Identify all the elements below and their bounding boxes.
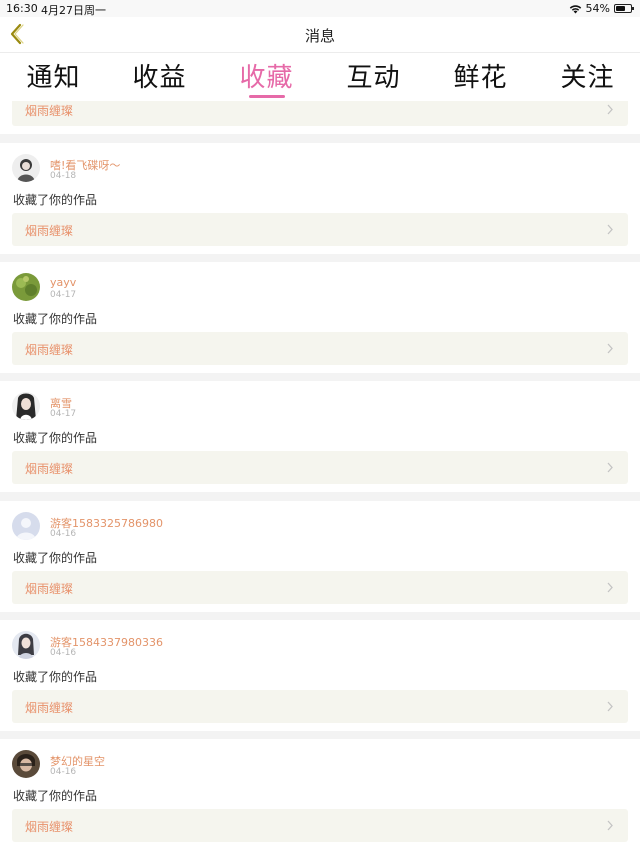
avatar-image	[12, 154, 40, 182]
avatar[interactable]	[12, 273, 40, 301]
action-text: 收藏了你的作品	[13, 193, 98, 207]
work-title: 烟雨缠璨	[25, 462, 74, 476]
work-link[interactable]: 烟雨缠璨	[12, 690, 628, 723]
timestamp: 04-16	[50, 767, 77, 777]
status-bar: 16:30 4月27日周一 54%	[0, 0, 640, 17]
active-tab-indicator	[249, 95, 285, 98]
list-item: yayv 04-17 收藏了你的作品 烟雨缠璨	[0, 262, 640, 373]
avatar[interactable]	[12, 154, 40, 182]
work-link[interactable]: 烟雨缠璨	[12, 809, 628, 842]
battery-icon	[614, 4, 634, 13]
timestamp: 04-17	[50, 409, 77, 419]
timestamp: 04-17	[50, 290, 77, 300]
chevron-right-icon	[607, 820, 613, 831]
status-time: 16:30	[6, 2, 38, 15]
avatar[interactable]	[12, 512, 40, 540]
work-link[interactable]: 烟雨缠璨	[12, 213, 628, 246]
messages-screen: 16:30 4月27日周一 54% 消息 通知 收益 收藏 互动 鲜花 关注 烟…	[0, 0, 640, 853]
chevron-right-icon	[607, 462, 613, 473]
list-item: 梦幻的星空 04-16 收藏了你的作品 烟雨缠璨	[0, 739, 640, 853]
action-text: 收藏了你的作品	[13, 551, 98, 565]
avatar-image	[12, 631, 40, 659]
avatar[interactable]	[12, 392, 40, 420]
username[interactable]: yayv	[50, 276, 76, 289]
avatar[interactable]	[12, 631, 40, 659]
default-avatar-icon	[12, 512, 40, 540]
timestamp: 04-16	[50, 529, 77, 539]
timestamp: 04-18	[50, 171, 77, 181]
status-right: 54%	[569, 2, 634, 15]
avatar-image	[12, 392, 40, 420]
wifi-icon	[569, 4, 581, 13]
list-item-partial: 烟雨缠璨	[0, 101, 640, 134]
tab-favorites[interactable]: 收藏	[213, 57, 320, 94]
timestamp: 04-16	[50, 648, 77, 658]
tab-earnings[interactable]: 收益	[106, 57, 213, 94]
status-date: 4月27日周一	[41, 4, 106, 17]
work-title: 烟雨缠璨	[25, 701, 74, 715]
work-title: 烟雨缠璨	[25, 820, 74, 834]
avatar-image	[12, 750, 40, 778]
work-link[interactable]: 烟雨缠璨	[12, 451, 628, 484]
chevron-right-icon	[607, 343, 613, 354]
chevron-right-icon	[607, 582, 613, 593]
action-text: 收藏了你的作品	[13, 789, 98, 803]
tab-bar: 通知 收益 收藏 互动 鲜花 关注	[0, 53, 640, 101]
action-text: 收藏了你的作品	[13, 670, 98, 684]
tab-notifications[interactable]: 通知	[0, 57, 107, 94]
work-title: 烟雨缠璨	[25, 224, 74, 238]
chevron-right-icon	[607, 104, 613, 115]
chevron-right-icon	[607, 224, 613, 235]
work-link[interactable]: 烟雨缠璨	[12, 101, 628, 126]
tab-interactions[interactable]: 互动	[320, 57, 427, 94]
work-link[interactable]: 烟雨缠璨	[12, 332, 628, 365]
work-title: 烟雨缠璨	[25, 104, 74, 118]
work-title: 烟雨缠璨	[25, 582, 74, 596]
tab-follows[interactable]: 关注	[534, 57, 640, 94]
nav-bar: 消息	[0, 17, 640, 53]
chevron-right-icon	[607, 701, 613, 712]
avatar[interactable]	[12, 750, 40, 778]
battery-percent: 54%	[585, 2, 610, 15]
tab-flowers[interactable]: 鲜花	[427, 57, 534, 94]
list-item: 游客1583325786980 04-16 收藏了你的作品 烟雨缠璨	[0, 501, 640, 612]
list-item: 离雪 04-17 收藏了你的作品 烟雨缠璨	[0, 381, 640, 492]
favorites-feed[interactable]: 烟雨缠璨 嗜!看飞碟呀～ 04-18 收藏了你的作品 烟雨缠璨 yayv 04-…	[0, 101, 640, 853]
list-item: 游客1584337980336 04-16 收藏了你的作品 烟雨缠璨	[0, 620, 640, 731]
page-title: 消息	[304, 27, 335, 45]
work-title: 烟雨缠璨	[25, 343, 74, 357]
avatar-image	[12, 273, 40, 301]
work-link[interactable]: 烟雨缠璨	[12, 571, 628, 604]
action-text: 收藏了你的作品	[13, 431, 98, 445]
list-item: 嗜!看飞碟呀～ 04-18 收藏了你的作品 烟雨缠璨	[0, 143, 640, 254]
action-text: 收藏了你的作品	[13, 312, 98, 326]
